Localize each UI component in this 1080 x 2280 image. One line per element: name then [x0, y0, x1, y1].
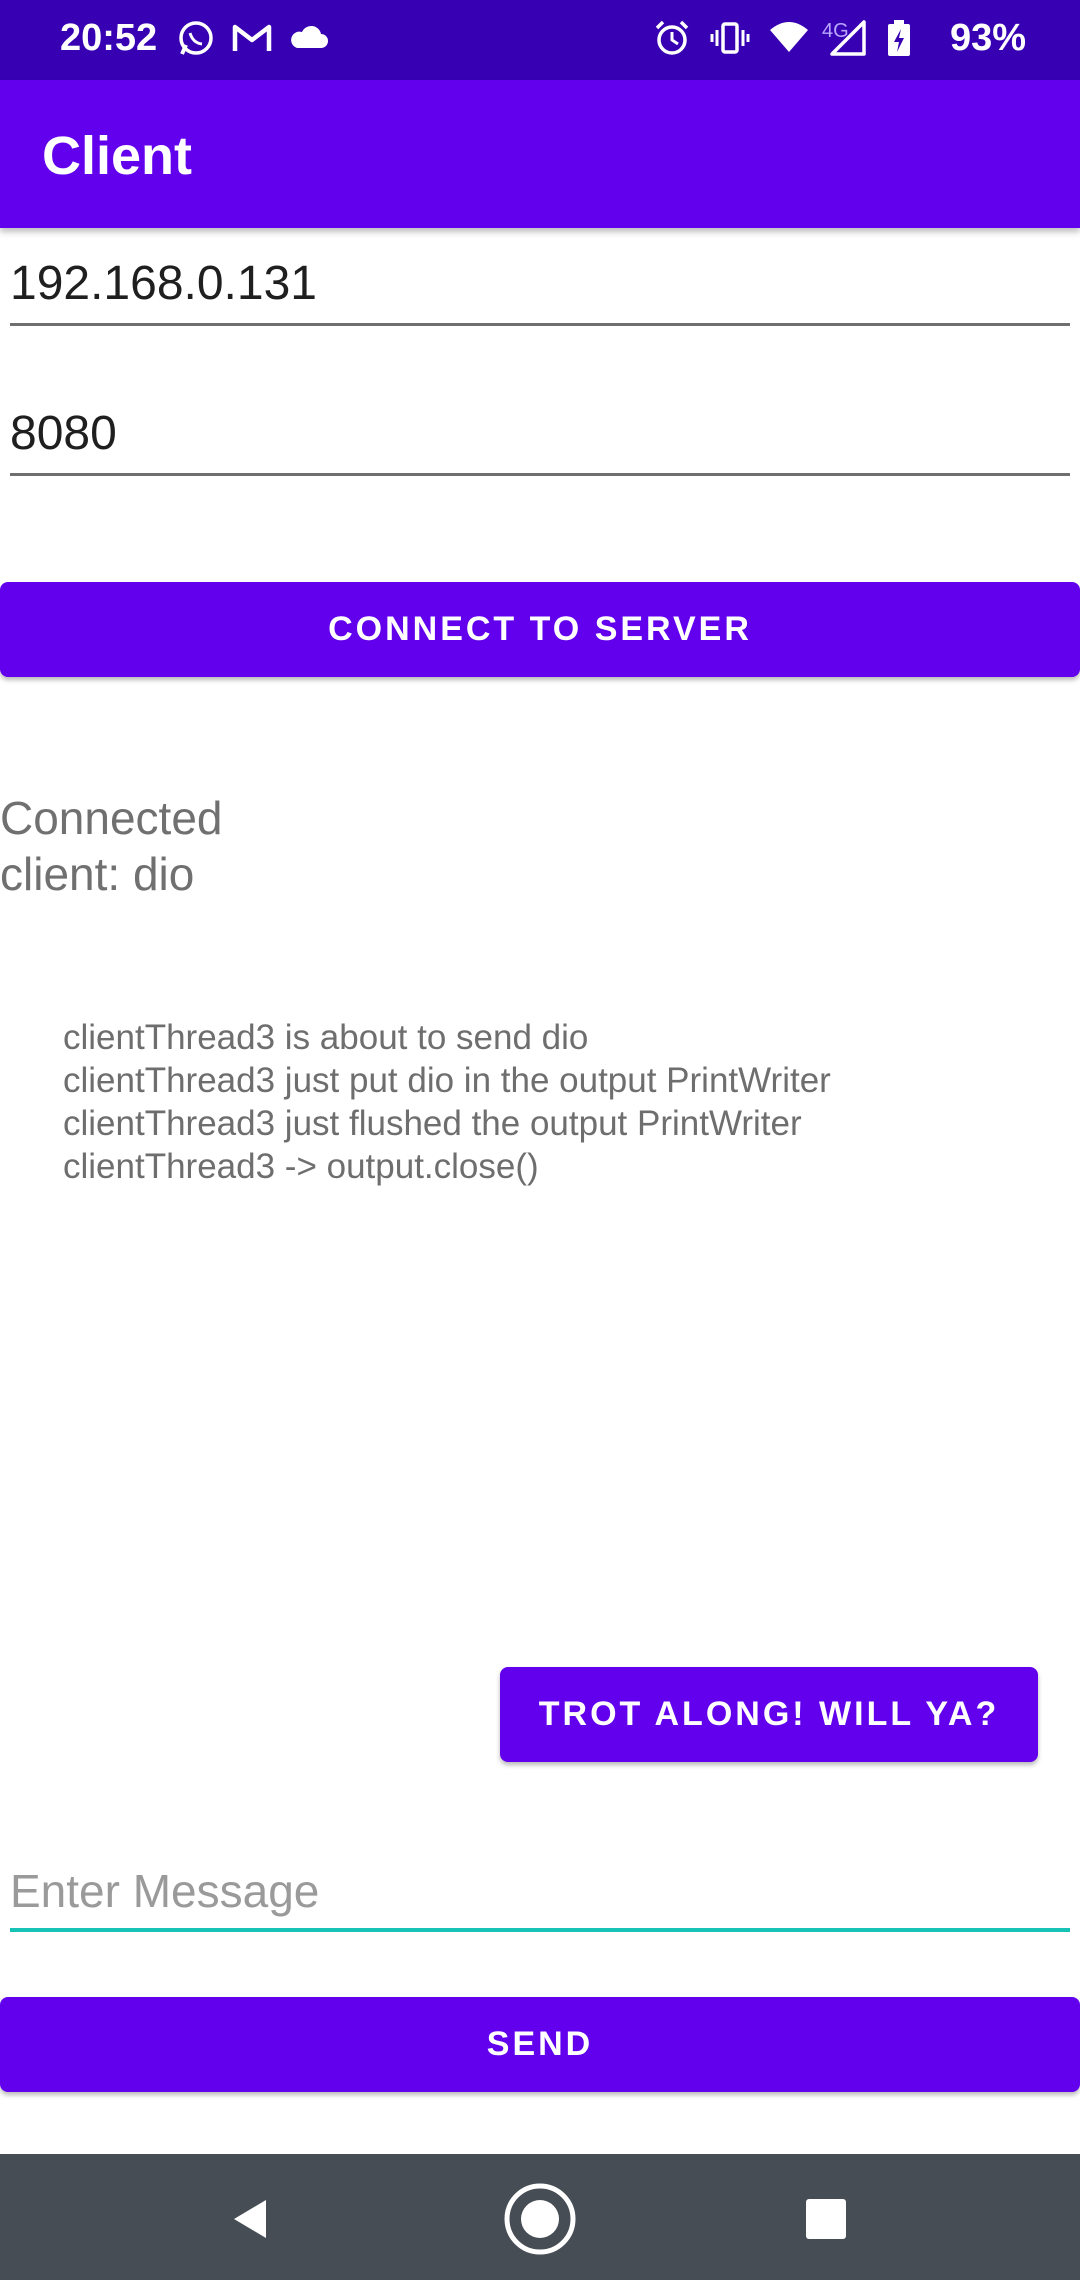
- cloud-icon: [288, 18, 330, 63]
- send-button[interactable]: SEND: [0, 1997, 1080, 2092]
- connection-status-line: Connected: [0, 792, 223, 844]
- ip-address-field[interactable]: 192.168.0.131: [10, 247, 1070, 326]
- log-line: clientThread3 -> output.close(): [63, 1147, 539, 1186]
- message-placeholder: Enter Message: [10, 1865, 320, 1917]
- battery-charging-icon: [886, 18, 912, 63]
- wifi-icon: [768, 18, 810, 63]
- send-label: SEND: [486, 2025, 594, 2063]
- connection-status: Connected client: dio: [0, 790, 223, 902]
- back-icon[interactable]: [210, 2179, 290, 2259]
- trot-along-label: TROT ALONG! WILL YA?: [538, 1695, 1000, 1733]
- log-line: clientThread3 just flushed the output Pr…: [63, 1104, 802, 1143]
- battery-percentage: 93%: [950, 17, 1027, 59]
- log-output: clientThread3 is about to send dio clien…: [63, 1016, 831, 1188]
- navigation-bar: [0, 2154, 1080, 2280]
- notification-icons: [176, 18, 330, 63]
- log-line: clientThread3 is about to send dio: [63, 1018, 589, 1057]
- system-icons: [652, 18, 912, 63]
- network-type-label: 4G: [822, 20, 849, 42]
- connect-to-server-label: CONNECT TO SERVER: [328, 610, 752, 648]
- home-icon[interactable]: [500, 2179, 580, 2259]
- log-line: clientThread3 just put dio in the output…: [63, 1061, 831, 1100]
- status-time: 20:52: [60, 17, 158, 59]
- alarm-icon: [652, 18, 692, 63]
- connect-to-server-button[interactable]: CONNECT TO SERVER: [0, 582, 1080, 677]
- client-name-line: client: dio: [0, 848, 195, 900]
- message-input[interactable]: Enter Message: [10, 1858, 1070, 1932]
- recents-icon[interactable]: [786, 2179, 866, 2259]
- gmail-icon: [230, 18, 274, 63]
- port-field[interactable]: 8080: [10, 397, 1070, 476]
- page-title: Client: [42, 126, 193, 186]
- vibrate-icon: [710, 18, 750, 63]
- whatsapp-icon: [176, 18, 216, 63]
- ip-address-value: 192.168.0.131: [10, 257, 317, 310]
- trot-along-button[interactable]: TROT ALONG! WILL YA?: [500, 1667, 1038, 1762]
- status-bar: 20:52 4G 93%: [0, 0, 1080, 80]
- app-bar: Client: [0, 80, 1080, 228]
- port-value: 8080: [10, 407, 117, 460]
